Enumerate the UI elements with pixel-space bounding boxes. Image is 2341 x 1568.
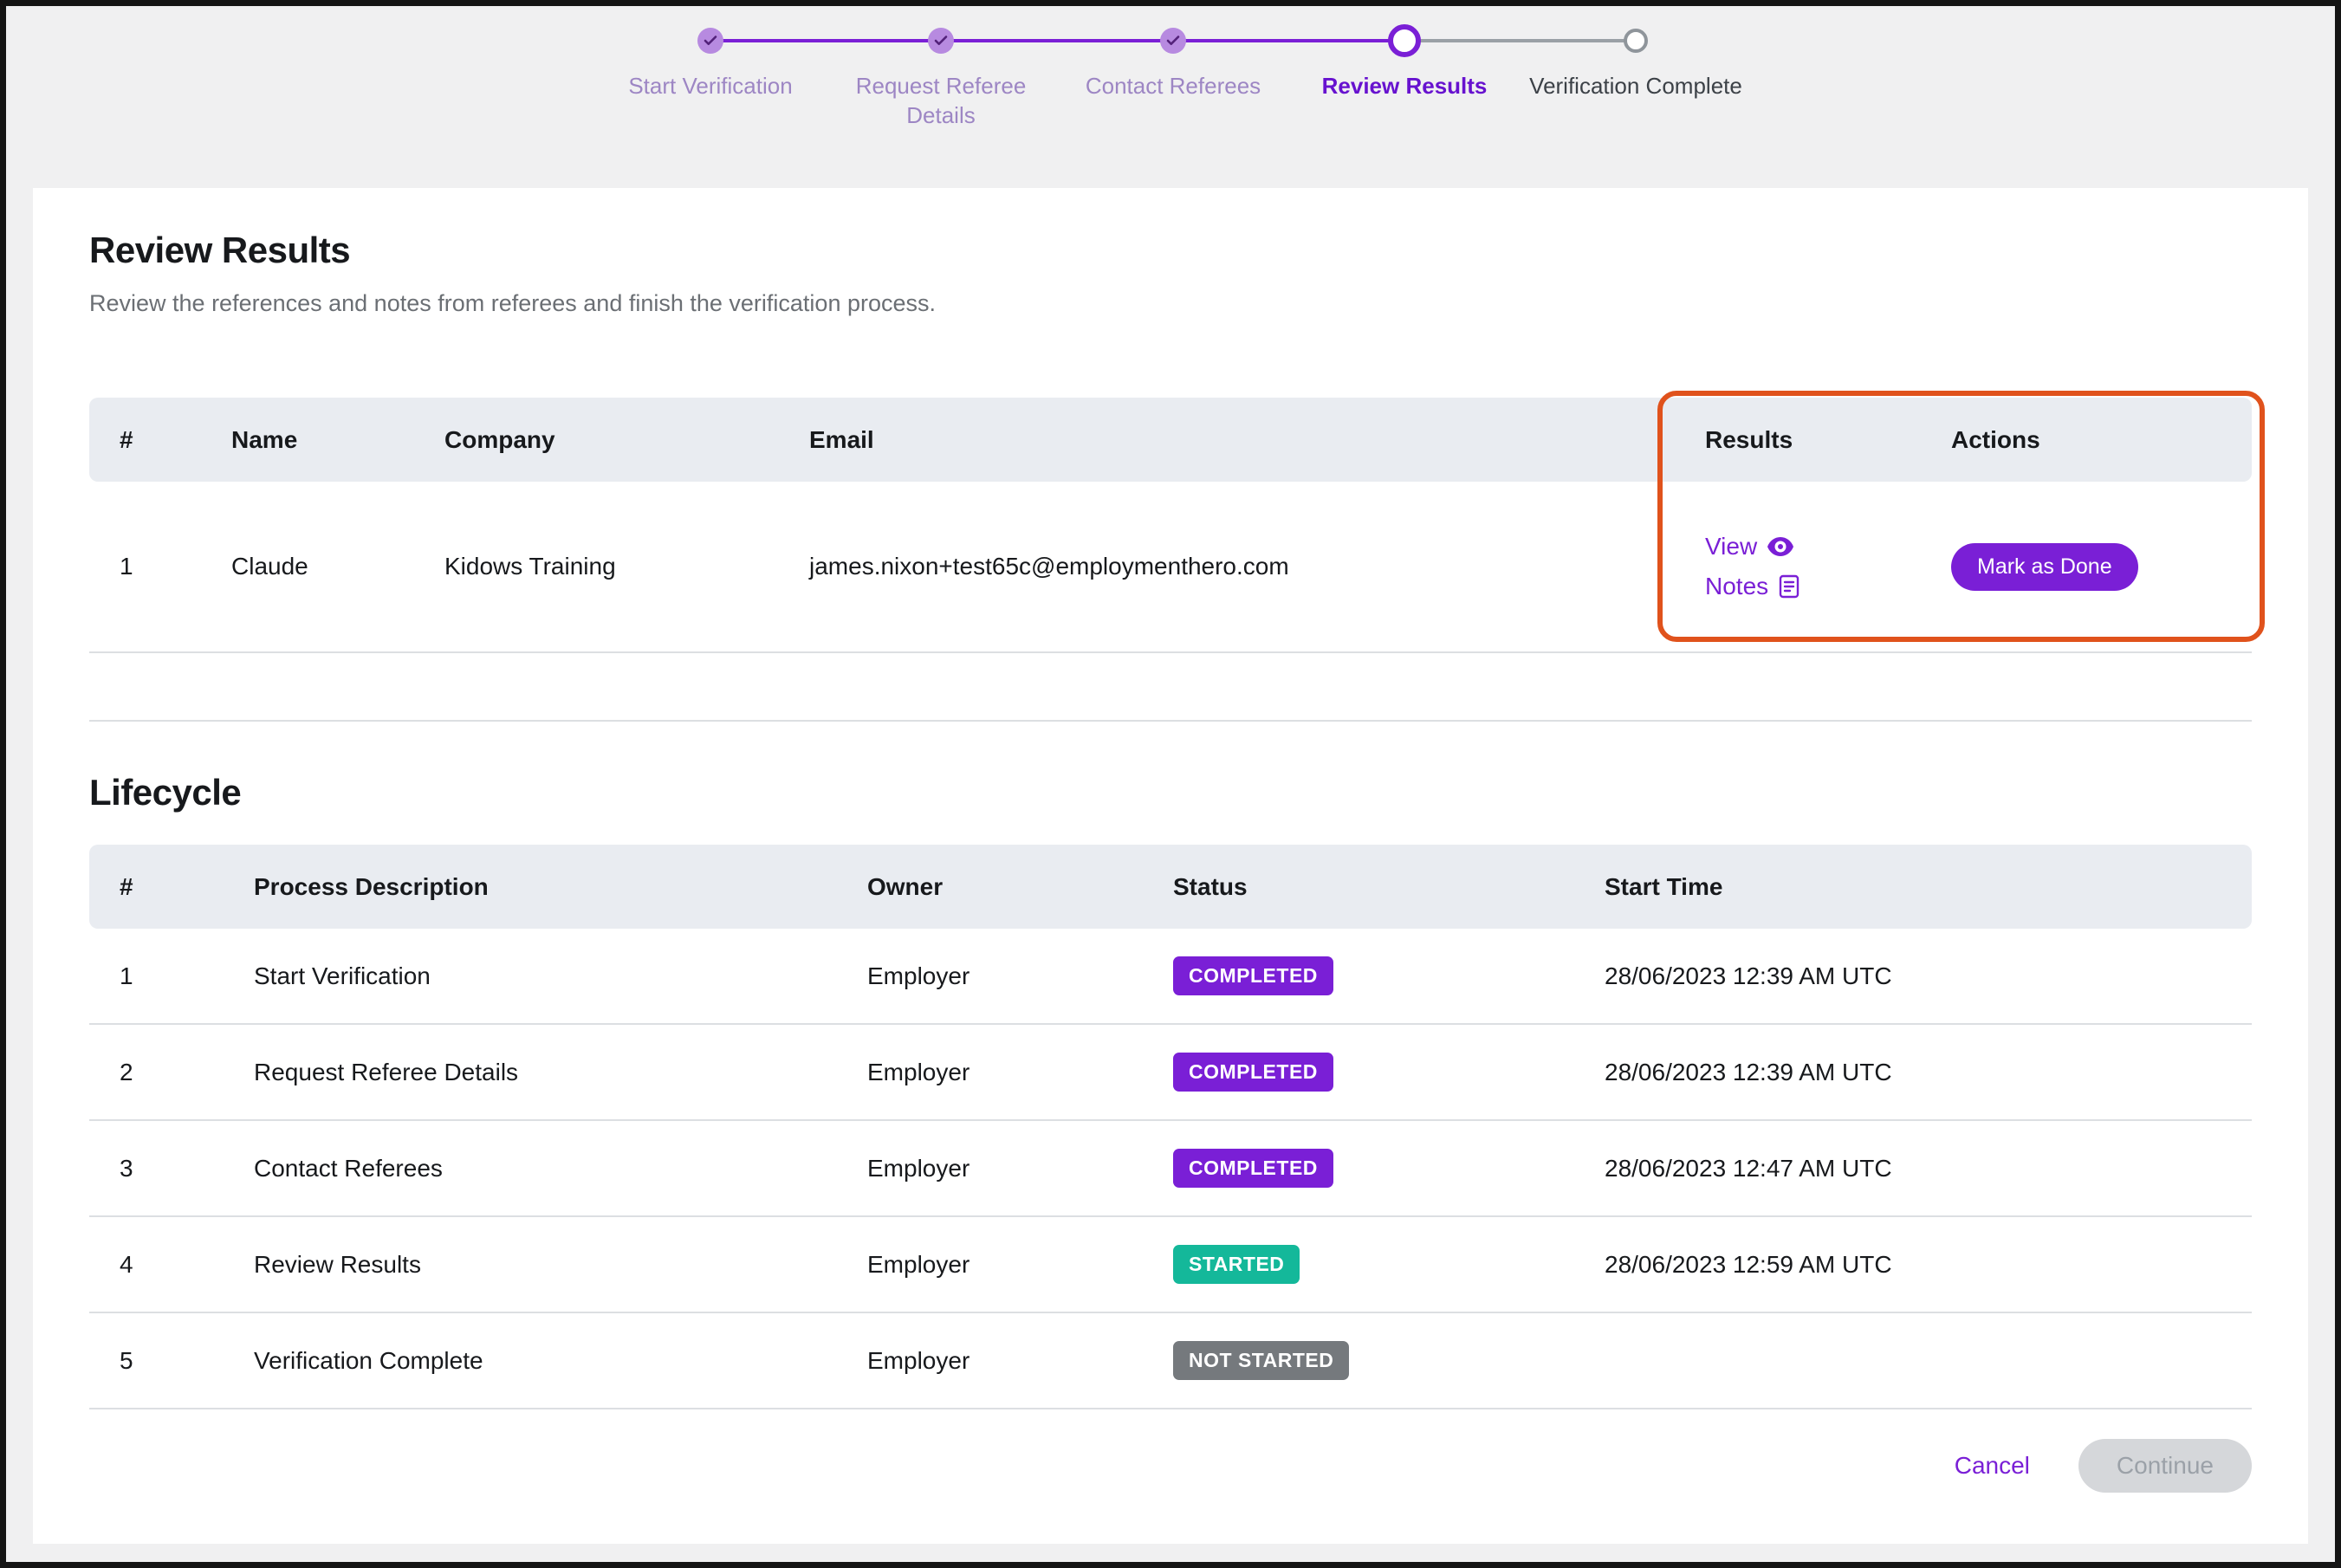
notes-icon xyxy=(1779,574,1800,599)
status-cell: NOT STARTED xyxy=(1173,1341,1605,1380)
check-icon xyxy=(1165,33,1181,49)
col-header-owner: Owner xyxy=(867,873,1173,901)
status-badge: COMPLETED xyxy=(1173,1149,1333,1188)
step-label-verification-complete: Verification Complete xyxy=(1514,71,1757,100)
table-row: 5 Verification Complete Employer NOT STA… xyxy=(89,1313,2252,1409)
lifecycle-table: # Process Description Owner Status Start… xyxy=(89,845,2252,1409)
check-icon xyxy=(933,33,949,49)
status-badge: COMPLETED xyxy=(1173,1053,1333,1092)
view-link-label: View xyxy=(1705,533,1757,560)
process-description: Request Referee Details xyxy=(254,1059,867,1086)
process-number: 4 xyxy=(89,1251,254,1279)
referees-table: # Name Company Email Results Actions 1 C… xyxy=(89,398,2252,722)
continue-button[interactable]: Continue xyxy=(2078,1439,2252,1493)
verification-stepper: Start Verification Request Referee Detai… xyxy=(6,6,2335,188)
table-empty-row xyxy=(89,653,2252,722)
review-results-panel: Review Results Review the references and… xyxy=(33,188,2308,1544)
table-row: 1 Start Verification Employer COMPLETED … xyxy=(89,929,2252,1025)
referee-company: Kidows Training xyxy=(444,553,809,580)
status-cell: COMPLETED xyxy=(1173,956,1605,995)
status-badge: STARTED xyxy=(1173,1245,1300,1284)
stepper-progress xyxy=(710,39,1404,42)
notes-link[interactable]: Notes xyxy=(1705,573,1800,600)
step-circle-contact-referees xyxy=(1160,28,1186,54)
status-cell: COMPLETED xyxy=(1173,1053,1605,1092)
status-badge: COMPLETED xyxy=(1173,956,1333,995)
process-owner: Employer xyxy=(867,1059,1173,1086)
check-icon xyxy=(703,33,718,49)
footer-actions: Cancel Continue xyxy=(89,1439,2252,1493)
process-description: Start Verification xyxy=(254,962,867,990)
cancel-button[interactable]: Cancel xyxy=(1955,1452,2030,1480)
process-number: 3 xyxy=(89,1155,254,1182)
col-header-name: Name xyxy=(231,426,444,454)
process-start-time: 28/06/2023 12:47 AM UTC xyxy=(1605,1155,2252,1182)
step-circle-review-results xyxy=(1388,24,1421,57)
col-header-company: Company xyxy=(444,426,809,454)
step-label-review-results: Review Results xyxy=(1283,71,1526,100)
col-header-number: # xyxy=(89,873,254,901)
notes-link-label: Notes xyxy=(1705,573,1768,600)
process-number: 5 xyxy=(89,1347,254,1375)
status-cell: COMPLETED xyxy=(1173,1149,1605,1188)
lifecycle-table-header: # Process Description Owner Status Start… xyxy=(89,845,2252,929)
status-cell: STARTED xyxy=(1173,1245,1605,1284)
process-number: 2 xyxy=(89,1059,254,1086)
referees-table-header: # Name Company Email Results Actions xyxy=(89,398,2252,482)
referee-name: Claude xyxy=(231,553,444,580)
referee-email: james.nixon+test65c@employmenthero.com xyxy=(809,553,1705,580)
process-start-time: 28/06/2023 12:39 AM UTC xyxy=(1605,1059,2252,1086)
table-row: 2 Request Referee Details Employer COMPL… xyxy=(89,1025,2252,1121)
table-row: 1 Claude Kidows Training james.nixon+tes… xyxy=(89,482,2252,653)
process-owner: Employer xyxy=(867,1251,1173,1279)
view-link[interactable]: View xyxy=(1705,533,1793,560)
process-description: Review Results xyxy=(254,1251,867,1279)
process-owner: Employer xyxy=(867,962,1173,990)
page-title: Review Results xyxy=(89,230,2252,271)
col-header-results: Results xyxy=(1705,426,1951,454)
step-circle-request-referee-details xyxy=(928,28,954,54)
process-owner: Employer xyxy=(867,1347,1173,1375)
results-cell: View Notes xyxy=(1705,533,1951,600)
page-subtitle: Review the references and notes from ref… xyxy=(89,290,2252,317)
lifecycle-section-title: Lifecycle xyxy=(89,772,2252,813)
actions-cell: Mark as Done xyxy=(1951,543,2252,591)
step-label-request-referee-details: Request Referee Details xyxy=(850,71,1032,130)
step-label-start-verification: Start Verification xyxy=(589,71,832,100)
referee-number: 1 xyxy=(89,553,231,580)
process-start-time: 28/06/2023 12:39 AM UTC xyxy=(1605,962,2252,990)
table-row: 4 Review Results Employer STARTED 28/06/… xyxy=(89,1217,2252,1313)
mark-as-done-button[interactable]: Mark as Done xyxy=(1951,543,2138,591)
process-start-time: 28/06/2023 12:59 AM UTC xyxy=(1605,1251,2252,1279)
process-owner: Employer xyxy=(867,1155,1173,1182)
col-header-email: Email xyxy=(809,426,1705,454)
process-description: Contact Referees xyxy=(254,1155,867,1182)
col-header-status: Status xyxy=(1173,873,1605,901)
step-circle-start-verification xyxy=(697,28,723,54)
col-header-start-time: Start Time xyxy=(1605,873,2252,901)
process-description: Verification Complete xyxy=(254,1347,867,1375)
col-header-number: # xyxy=(89,426,231,454)
eye-icon xyxy=(1767,537,1793,556)
table-row: 3 Contact Referees Employer COMPLETED 28… xyxy=(89,1121,2252,1217)
status-badge: NOT STARTED xyxy=(1173,1341,1349,1380)
step-label-contact-referees: Contact Referees xyxy=(1052,71,1294,100)
col-header-process-description: Process Description xyxy=(254,873,867,901)
process-number: 1 xyxy=(89,962,254,990)
app-window: Start Verification Request Referee Detai… xyxy=(0,0,2341,1568)
col-header-actions: Actions xyxy=(1951,426,2252,454)
step-circle-verification-complete xyxy=(1624,29,1648,53)
